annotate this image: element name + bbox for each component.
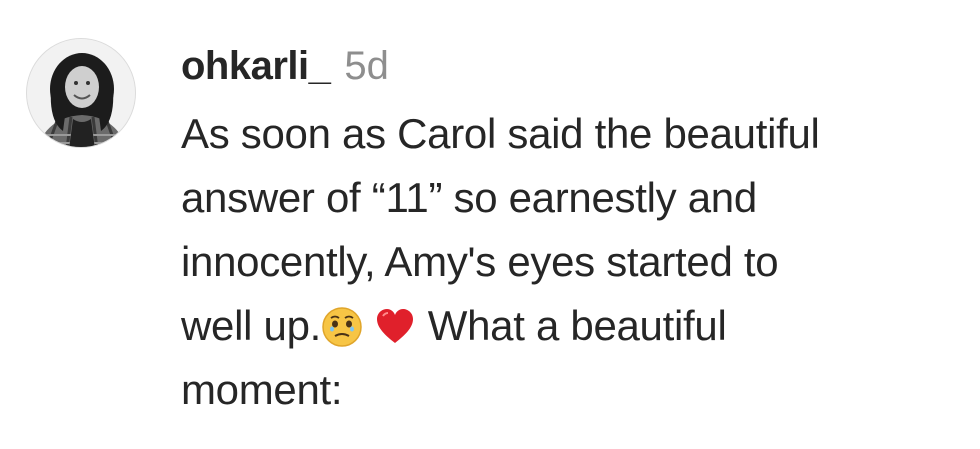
red-heart-icon <box>374 306 416 348</box>
avatar[interactable] <box>26 38 136 148</box>
timestamp[interactable]: 5d <box>344 44 389 89</box>
face-holding-back-tears-icon <box>321 306 363 348</box>
username-link[interactable]: ohkarli_ <box>181 44 331 89</box>
comment-header: ohkarli_ 5d <box>181 44 961 102</box>
comment-content: ohkarli_ 5d As soon as Carol said the be… <box>181 44 961 422</box>
comment-text: As soon as Carol said the beautiful answ… <box>181 102 961 422</box>
comment-item: ohkarli_ 5d As soon as Carol said the be… <box>0 0 980 449</box>
profile-photo-icon <box>27 39 135 147</box>
